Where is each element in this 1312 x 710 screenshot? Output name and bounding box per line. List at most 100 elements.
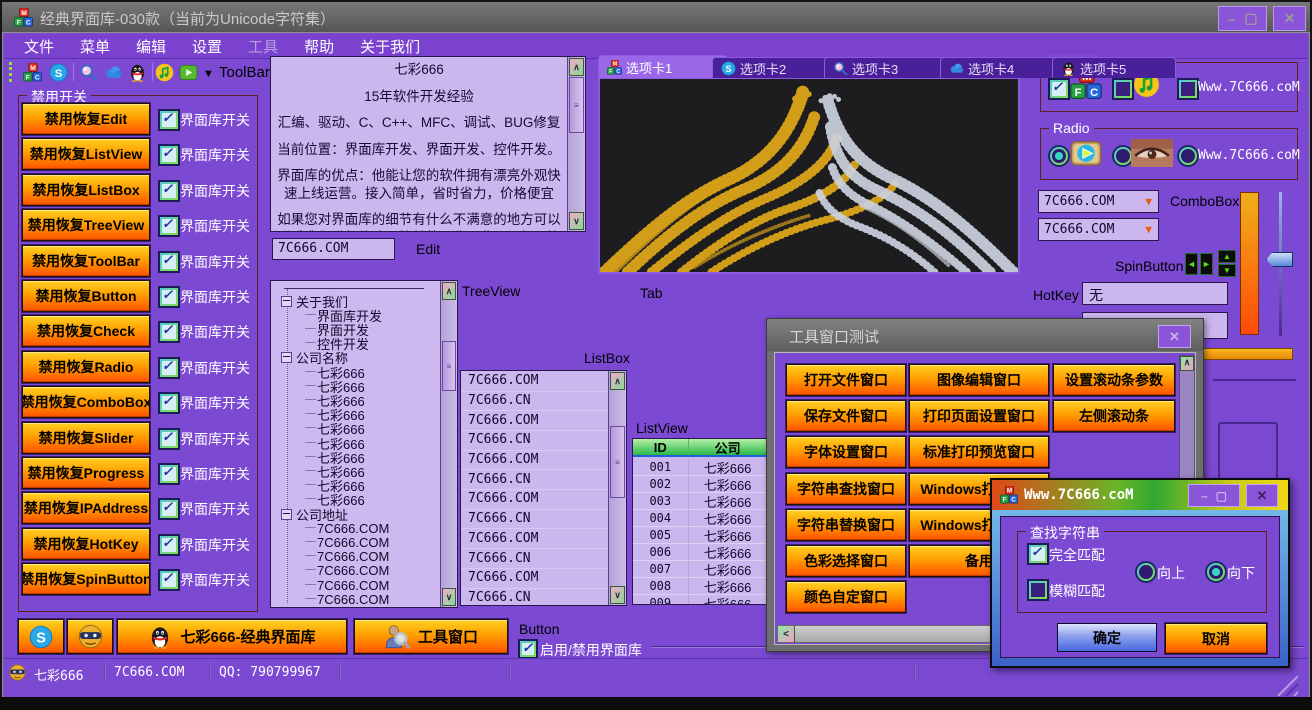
chevron-down-icon[interactable]: ▼ (1145, 223, 1152, 236)
tool-window-button[interactable]: 工具窗口 (354, 619, 508, 654)
tree-leaf[interactable]: ┄┄7C666.COM (305, 564, 437, 578)
listbox-item[interactable]: 7C666.COM (461, 450, 609, 471)
single-edit[interactable]: 7C666.COM (272, 238, 395, 260)
scroll-down-icon[interactable]: ∨ (569, 212, 584, 230)
library-switch-checkbox[interactable] (158, 144, 180, 166)
menu-item-帮助[interactable]: 帮助 (304, 36, 334, 57)
horizontal-slider-track[interactable] (1213, 379, 1296, 381)
spin-left-icon[interactable]: ◄ (1185, 253, 1198, 275)
listview-column-header[interactable]: 公司 (689, 439, 768, 455)
disable-button-3[interactable]: 禁用恢复ListBox (22, 174, 150, 206)
listbox-item[interactable]: 7C666.COM (461, 410, 609, 431)
scroll-down-icon[interactable]: ∨ (610, 586, 625, 604)
minimize-icon[interactable]: – (1227, 11, 1235, 27)
library-switch-checkbox[interactable] (158, 109, 180, 131)
disable-button-14[interactable]: 禁用恢复SpinButton (22, 563, 150, 595)
tree-leaf[interactable]: ┄┄7C666.COM (305, 521, 437, 535)
listview-column-header[interactable]: ID (633, 439, 689, 455)
edit-scrollbar[interactable]: ∧ ≡ ∨ (567, 57, 585, 231)
direction-down-radio[interactable] (1205, 561, 1227, 583)
disable-button-2[interactable]: 禁用恢复ListView (22, 138, 150, 170)
find-dialog-close-button[interactable]: ✕ (1246, 484, 1278, 507)
tool-window-close-button[interactable]: ✕ (1158, 325, 1191, 348)
exact-match-checkbox[interactable] (1027, 543, 1049, 565)
scroll-up-icon[interactable]: ∧ (1180, 356, 1194, 371)
tree-collapse-icon[interactable] (281, 352, 292, 363)
tree-view[interactable]: 关于我们┄┄界面库开发┄┄界面开发┄┄控件开发公司名称┄┄七彩666┄┄七彩66… (270, 280, 458, 608)
menu-item-设置[interactable]: 设置 (192, 36, 222, 57)
menu-item-文件[interactable]: 文件 (24, 36, 54, 57)
video-icon[interactable] (179, 63, 198, 82)
toolwin-button-打印页面设置窗口[interactable]: 打印页面设置窗口 (909, 400, 1049, 432)
minimize-maximize-buttons[interactable]: – ▢ (1218, 6, 1267, 31)
library-switch-checkbox[interactable] (158, 569, 180, 591)
enable-library-checkbox[interactable] (518, 639, 538, 659)
listbox-item[interactable]: 7C666.CN (461, 509, 609, 530)
toolwin-button-字符串替换窗口[interactable]: 字符串替换窗口 (786, 509, 906, 541)
disable-button-4[interactable]: 禁用恢复TreeView (22, 209, 150, 241)
menu-item-菜单[interactable]: 菜单 (80, 36, 110, 57)
cloud-icon[interactable] (104, 63, 123, 82)
scroll-left-icon[interactable]: < (778, 626, 795, 642)
checkbox-mfc[interactable] (1048, 78, 1070, 100)
library-switch-checkbox[interactable] (158, 286, 180, 308)
listbox-item[interactable]: 7C666.CN (461, 470, 609, 491)
listbox-scroll-thumb[interactable]: ≡ (610, 426, 625, 498)
multiline-edit[interactable]: 七彩66615年软件开发经验汇编、驱动、C、C++、MFC、调试、BUG修复当前… (270, 56, 586, 232)
spin-up-icon[interactable]: ▲ (1218, 250, 1236, 263)
toolbar-chevron-down-icon[interactable]: ▼ (203, 68, 214, 80)
library-switch-checkbox[interactable] (158, 180, 180, 202)
tree-leaf[interactable]: ┄┄7C666.COM (305, 592, 437, 606)
qq-icon[interactable] (128, 63, 147, 82)
disable-button-7[interactable]: 禁用恢复Check (22, 315, 150, 347)
raccoon-button[interactable] (67, 619, 113, 654)
tab-选项卡5[interactable]: 选项卡5 (1052, 57, 1176, 78)
library-switch-checkbox[interactable] (158, 498, 180, 520)
radio-link[interactable] (1177, 145, 1199, 167)
listbox-item[interactable]: 7C666.COM (461, 371, 609, 392)
disable-button-11[interactable]: 禁用恢复Progress (22, 457, 150, 489)
music-icon[interactable] (155, 63, 174, 82)
listbox-item[interactable]: 7C666.COM (461, 489, 609, 510)
tab-选项卡1[interactable]: 选项卡1 (598, 55, 728, 78)
library-switch-checkbox[interactable] (158, 215, 180, 237)
find-dialog-minmax-buttons[interactable]: – ▢ (1188, 484, 1240, 507)
maximize-icon[interactable]: ▢ (1216, 489, 1227, 503)
tree-leaf[interactable]: ┄┄7C666.COM (305, 550, 437, 564)
skype-icon[interactable] (49, 63, 68, 82)
spin-right-icon[interactable]: ► (1200, 253, 1213, 275)
listbox-item[interactable]: 7C666.COM (461, 529, 609, 550)
skype-button[interactable] (18, 619, 64, 654)
tree-scrollbar[interactable]: ∧ ≡ ∨ (440, 281, 457, 607)
listbox-item[interactable]: 7C666.CN (461, 391, 609, 412)
disable-button-1[interactable]: 禁用恢复Edit (22, 103, 150, 135)
tree-node-公司地址[interactable]: 公司地址 (281, 507, 437, 521)
toolwin-button-保存文件窗口[interactable]: 保存文件窗口 (786, 400, 906, 432)
scroll-up-icon[interactable]: ∧ (610, 372, 625, 390)
maximize-icon[interactable]: ▢ (1244, 10, 1257, 27)
disable-button-5[interactable]: 禁用恢复ToolBar (22, 245, 150, 277)
library-switch-checkbox[interactable] (158, 392, 180, 414)
scroll-down-icon[interactable]: ∨ (442, 588, 456, 606)
tree-leaf[interactable]: ┄┄7C666.COM (305, 578, 437, 592)
chevron-down-icon[interactable]: ▼ (1145, 195, 1152, 208)
find-dialog[interactable]: Www.7C666.coM – ▢ ✕ 查找字符串 完全匹配 模糊匹配 向上 向… (990, 478, 1290, 668)
toolwin-button-字体设置窗口[interactable]: 字体设置窗口 (786, 436, 906, 468)
library-switch-checkbox[interactable] (158, 428, 180, 450)
toolwin-button-色彩选择窗口[interactable]: 色彩选择窗口 (786, 545, 906, 577)
minimize-icon[interactable]: – (1201, 489, 1208, 503)
radio-player[interactable] (1048, 145, 1070, 167)
combobox-2[interactable]: 7C666.COM ▼ (1038, 218, 1159, 241)
edit-scroll-thumb[interactable]: ≡ (569, 77, 584, 133)
library-switch-checkbox[interactable] (158, 534, 180, 556)
spin-down-icon[interactable]: ▼ (1218, 264, 1236, 277)
checkbox-link[interactable] (1177, 78, 1199, 100)
library-switch-checkbox[interactable] (158, 251, 180, 273)
scroll-up-icon[interactable]: ∧ (442, 282, 456, 300)
library-switch-checkbox[interactable] (158, 463, 180, 485)
toolwin-button-标准打印预览窗口[interactable]: 标准打印预览窗口 (909, 436, 1049, 468)
listbox-item[interactable]: 7C666.CN (461, 548, 609, 569)
tree-collapse-icon[interactable] (281, 296, 292, 307)
library-switch-checkbox[interactable] (158, 321, 180, 343)
tab-选项卡4[interactable]: 选项卡4 (940, 57, 1068, 78)
